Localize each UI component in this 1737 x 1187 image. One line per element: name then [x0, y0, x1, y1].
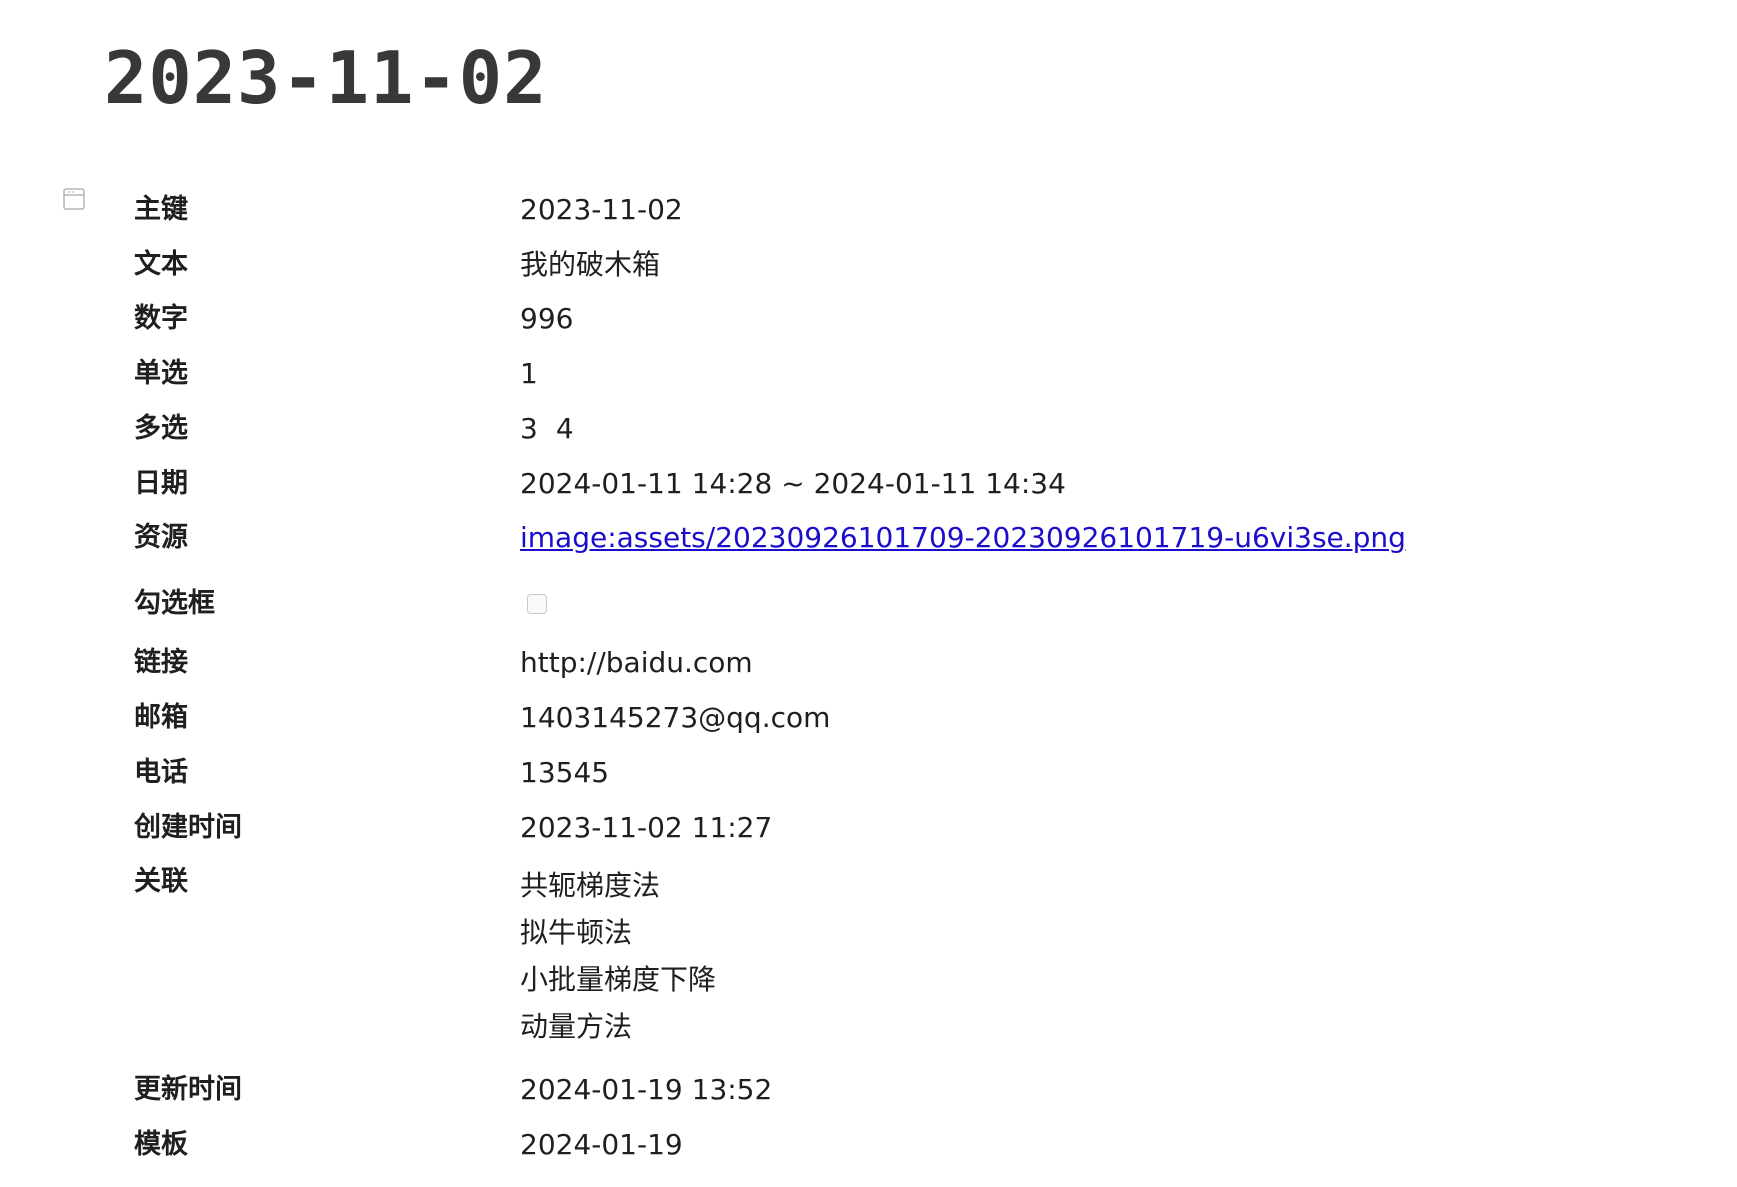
text-value[interactable]: 我的破木箱: [520, 245, 660, 285]
property-label: 邮箱: [134, 702, 188, 733]
url-value[interactable]: http://baidu.com: [520, 643, 753, 683]
property-label: 日期: [134, 468, 188, 499]
relation-item[interactable]: 拟牛顿法: [520, 909, 716, 956]
relation-item[interactable]: 小批量梯度下降: [520, 956, 716, 1003]
date-value[interactable]: 2024-01-11 14:28 ~ 2024-01-11 14:34: [520, 464, 1066, 504]
attribute-view: 主键 2023-11-02 文本 我的破木箱 数字 996 单选 1 多选 34…: [0, 0, 1737, 1187]
created-value: 2023-11-02 11:27: [520, 811, 773, 844]
single-select-value[interactable]: 1: [520, 354, 538, 394]
property-label: 资源: [134, 522, 188, 553]
relation-item[interactable]: 动量方法: [520, 1003, 716, 1050]
updated-value: 2024-01-19 13:52: [520, 1073, 773, 1106]
asset-link[interactable]: image:assets/20230926101709-202309261017…: [520, 521, 1406, 554]
phone-value[interactable]: 13545: [520, 753, 609, 793]
property-label: 多选: [134, 413, 188, 444]
relation-item[interactable]: 共轭梯度法: [520, 862, 716, 909]
property-label: 单选: [134, 358, 188, 389]
property-label: 模板: [134, 1129, 188, 1160]
property-label: 数字: [134, 303, 188, 334]
multi-select-option: 4: [555, 412, 574, 445]
multi-select-value[interactable]: 34: [520, 409, 574, 449]
property-label: 电话: [134, 757, 188, 788]
property-label: 链接: [134, 647, 188, 678]
email-value[interactable]: 1403145273@qq.com: [520, 698, 830, 738]
property-label: 关联: [134, 866, 188, 897]
multi-select-option: 3: [520, 412, 538, 445]
property-label: 创建时间: [134, 812, 242, 843]
property-label: 主键: [134, 194, 188, 225]
property-label: 勾选框: [134, 588, 215, 619]
property-label: 更新时间: [134, 1074, 242, 1105]
checkbox-value[interactable]: [527, 594, 547, 614]
primary-key-value[interactable]: 2023-11-02: [520, 190, 683, 230]
template-value: 2024-01-19: [520, 1128, 683, 1161]
relation-list[interactable]: 共轭梯度法 拟牛顿法 小批量梯度下降 动量方法: [520, 862, 716, 1050]
property-label: 文本: [134, 249, 188, 280]
asset-value[interactable]: image:assets/20230926101709-202309261017…: [520, 518, 1406, 558]
number-value[interactable]: 996: [520, 299, 573, 339]
